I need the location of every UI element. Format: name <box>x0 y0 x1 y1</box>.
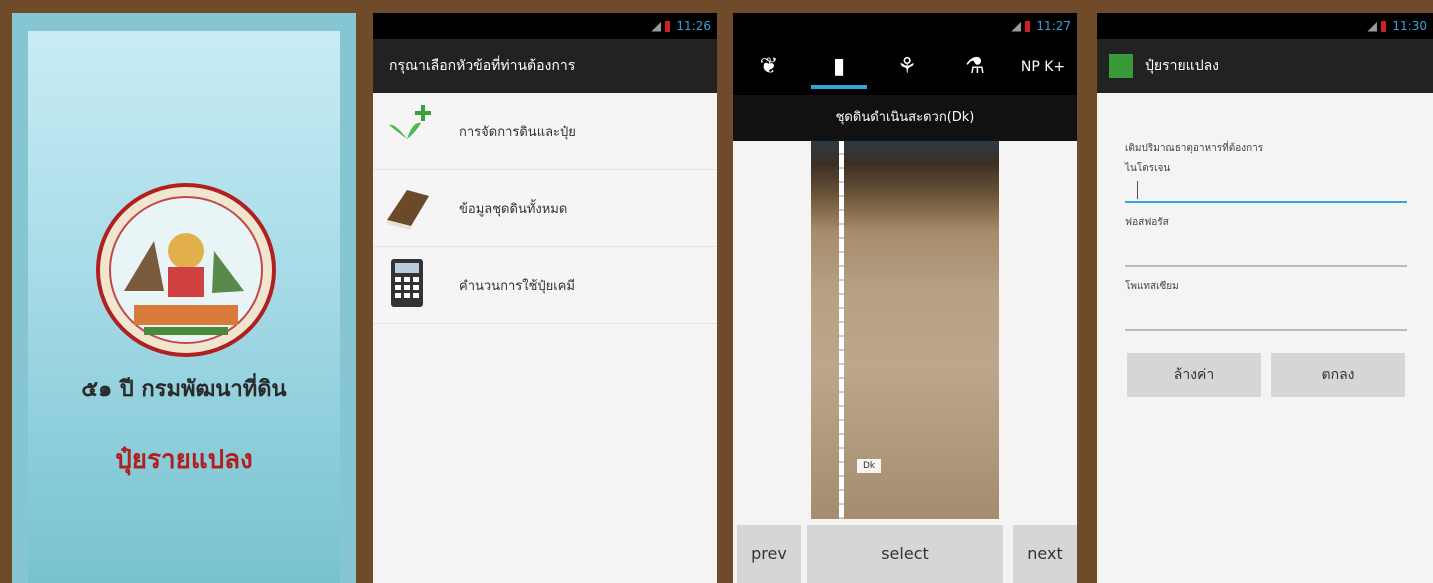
nitrogen-input[interactable] <box>1125 181 1407 203</box>
ok-button[interactable]: ตกลง <box>1271 353 1405 397</box>
signal-icon <box>1367 21 1378 32</box>
splash-title: ๕๑ ปี กรมพัฒนาที่ดิน <box>81 376 287 402</box>
signal-icon <box>651 21 662 32</box>
soil-profile-tag: Dk <box>857 459 882 473</box>
book-icon <box>387 190 429 230</box>
splash-screen: ๕๑ ปี กรมพัฒนาที่ดิน ปุ๋ยรายแปลง <box>12 13 356 583</box>
soil-profile-screen: 11:27 ❦ ▮ ⚘ ⚗ NP K+ ชุดดินดำเนินสะดวก(Dk… <box>733 13 1077 583</box>
form-instruction: เติมปริมาณธาตุอาหารที่ต้องการ <box>1125 143 1264 154</box>
clock: 11:27 <box>1036 19 1071 33</box>
battery-icon <box>1025 21 1031 32</box>
splash-background: ๕๑ ปี กรมพัฒนาที่ดิน ปุ๋ยรายแปลง <box>28 31 340 583</box>
soil-profile-icon: ▮ <box>832 54 846 79</box>
soil-series-title: ชุดดินดำเนินสะดวก(Dk) <box>733 95 1077 141</box>
battery-icon <box>665 21 671 32</box>
status-bar: 11:30 <box>1097 13 1433 39</box>
crop-icon: ⚘ <box>897 54 917 79</box>
menu-item-label: คำนวนการใช้ปุ๋ยเคมี <box>459 279 575 294</box>
potassium-label: โพแทสเซียม <box>1125 281 1179 292</box>
tab-npk[interactable]: NP K+ <box>1009 39 1077 95</box>
npk-icon: NP K+ <box>1020 59 1066 75</box>
phosphorus-label: ฟอสฟอรัส <box>1125 217 1169 228</box>
plant-icon: ❦ <box>759 54 779 79</box>
tab-plant[interactable]: ❦ <box>735 39 803 95</box>
nitrogen-label: ไนโตรเจน <box>1125 163 1171 174</box>
soil-profile-image: Dk <box>811 141 999 519</box>
potassium-input[interactable] <box>1125 309 1407 331</box>
menu-screen: 11:26 กรุณาเลือกหัวข้อที่ท่านต้องการ การ… <box>373 13 717 583</box>
tab-measure[interactable]: ⚗ <box>941 39 1009 95</box>
next-button[interactable]: next <box>1013 525 1077 583</box>
department-seal-logo <box>96 183 276 357</box>
form-header: ปุ๋ยรายแปลง <box>1097 39 1433 93</box>
select-button[interactable]: select <box>807 525 1003 583</box>
status-bar: 11:27 <box>733 13 1077 39</box>
fertilizer-form-screen: 11:30 ปุ๋ยรายแปลง เติมปริมาณธาตุอาหารที่… <box>1097 13 1433 583</box>
clock: 11:26 <box>676 19 711 33</box>
measure-icon: ⚗ <box>965 54 985 79</box>
prev-button[interactable]: prev <box>737 525 801 583</box>
app-icon <box>1109 54 1133 78</box>
menu-item-label: ข้อมูลชุดดินทั้งหมด <box>459 202 568 217</box>
battery-icon <box>1381 21 1387 32</box>
phosphorus-input[interactable] <box>1125 245 1407 267</box>
signal-icon <box>1011 21 1022 32</box>
tab-bar: ❦ ▮ ⚘ ⚗ NP K+ <box>733 39 1077 95</box>
app-title: ปุ๋ยรายแปลง <box>1145 58 1219 74</box>
menu-header: กรุณาเลือกหัวข้อที่ท่านต้องการ <box>373 39 717 93</box>
clock: 11:30 <box>1392 19 1427 33</box>
menu-item-soil-series-data[interactable]: ข้อมูลชุดดินทั้งหมด <box>373 170 717 247</box>
tab-crop[interactable]: ⚘ <box>873 39 941 95</box>
app-name: ปุ๋ยรายแปลง <box>115 445 253 475</box>
menu-item-soil-fertilizer[interactable]: การจัดการดินและปุ๋ย <box>373 93 717 170</box>
menu-item-label: การจัดการดินและปุ๋ย <box>459 125 576 140</box>
clear-button[interactable]: ล้างค่า <box>1127 353 1261 397</box>
calculator-icon <box>391 259 423 307</box>
tab-soil-profile[interactable]: ▮ <box>805 39 873 95</box>
measuring-tape <box>839 141 844 519</box>
menu-item-fertilizer-calculator[interactable]: คำนวนการใช้ปุ๋ยเคมี <box>373 247 717 324</box>
status-bar: 11:26 <box>373 13 717 39</box>
plant-add-icon <box>387 105 431 143</box>
